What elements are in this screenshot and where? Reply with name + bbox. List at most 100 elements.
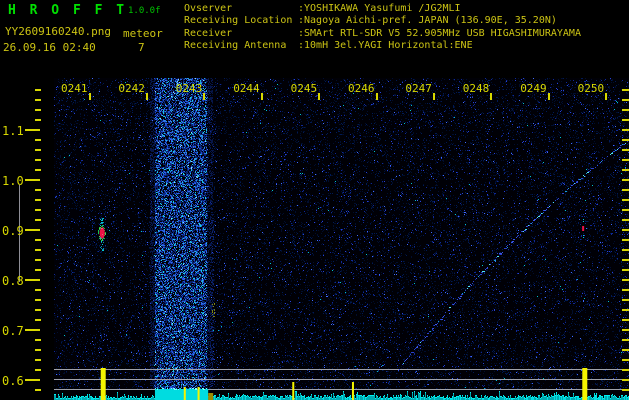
right-edge-tick bbox=[622, 389, 629, 391]
freq-axis-unit-label: kHz bbox=[1, 75, 20, 86]
right-edge-tick bbox=[622, 169, 629, 171]
freq-minor-tick bbox=[35, 339, 41, 341]
info-label: Receiving Antenna bbox=[184, 40, 287, 52]
freq-label: 0.8 bbox=[2, 274, 24, 288]
info-value: :Nagoya Aichi-pref. JAPAN (136.90E, 35.2… bbox=[298, 15, 557, 27]
freq-minor-tick bbox=[35, 369, 41, 371]
freq-minor-tick bbox=[35, 89, 41, 91]
right-edge-tick bbox=[622, 309, 629, 311]
info-row: Receiver :SMArt RTL-SDR V5 52.905MHz USB … bbox=[184, 28, 581, 40]
freq-minor-tick bbox=[35, 199, 41, 201]
right-edge-tick bbox=[622, 249, 629, 251]
freq-minor-tick bbox=[35, 309, 41, 311]
info-row: Receiving Antenna :10mH 3el.YAGI Horizont… bbox=[184, 40, 581, 52]
freq-minor-tick bbox=[35, 289, 41, 291]
time-tick bbox=[432, 93, 435, 100]
freq-minor-tick bbox=[35, 359, 41, 361]
time-tick bbox=[490, 93, 493, 100]
freq-label-dash bbox=[25, 179, 40, 181]
freq-minor-tick bbox=[35, 139, 41, 141]
right-edge-tick bbox=[622, 139, 629, 141]
freq-minor-tick bbox=[35, 349, 41, 351]
right-edge-tick bbox=[622, 369, 629, 371]
right-edge-tick bbox=[622, 239, 629, 241]
right-edge-tick bbox=[622, 339, 629, 341]
right-edge-tick bbox=[622, 199, 629, 201]
app-version: 1.0.0f bbox=[128, 6, 161, 16]
time-label: 0242 bbox=[118, 82, 145, 95]
right-edge-tick bbox=[622, 329, 629, 331]
time-label: 0245 bbox=[290, 82, 318, 95]
freq-label: 0.9 bbox=[2, 224, 24, 238]
right-edge-tick bbox=[622, 299, 629, 301]
right-edge-tick bbox=[622, 269, 629, 271]
time-tick bbox=[318, 93, 321, 100]
spectrogram-canvas bbox=[54, 78, 629, 400]
right-edge-tick bbox=[622, 149, 629, 151]
time-label: 0248 bbox=[462, 82, 490, 95]
freq-label: 0.7 bbox=[2, 324, 24, 338]
freq-minor-tick bbox=[35, 319, 41, 321]
info-label: Receiver bbox=[184, 27, 233, 39]
freq-minor-tick bbox=[35, 99, 41, 101]
time-tick bbox=[203, 93, 206, 100]
freq-minor-tick bbox=[35, 259, 41, 261]
time-label: 0247 bbox=[405, 82, 432, 95]
right-edge-tick bbox=[622, 319, 629, 321]
observer-info-block: Ovserver :YOSHIKAWA Yasufumi /JG2MLI Recei… bbox=[184, 3, 581, 53]
freq-label: 1.1 bbox=[2, 124, 24, 138]
right-edge-tick bbox=[622, 209, 629, 211]
right-edge-tick bbox=[622, 219, 629, 221]
info-value: :YOSHIKAWA Yasufumi /JG2MLI bbox=[298, 3, 461, 14]
freq-label-dash bbox=[25, 329, 40, 331]
time-label: 0241 bbox=[61, 82, 88, 95]
app-title: H R O F F T bbox=[8, 3, 128, 18]
freq-minor-tick bbox=[35, 269, 41, 271]
freq-minor-tick bbox=[35, 149, 41, 151]
output-filename: YY2609160240.png bbox=[5, 25, 111, 38]
time-tick bbox=[605, 93, 608, 100]
right-edge-tick bbox=[622, 109, 629, 111]
freq-minor-tick bbox=[35, 159, 41, 161]
freq-minor-tick bbox=[35, 389, 41, 391]
time-label: 0250 bbox=[577, 82, 605, 95]
right-edge-tick bbox=[622, 279, 629, 281]
freq-minor-tick bbox=[35, 119, 41, 121]
right-edge-tick bbox=[622, 379, 629, 381]
time-tick bbox=[375, 93, 378, 100]
time-tick bbox=[145, 93, 148, 100]
freq-minor-tick bbox=[35, 249, 41, 251]
time-label: 0243 bbox=[175, 82, 203, 95]
time-label: 0249 bbox=[520, 82, 547, 95]
right-edge-tick bbox=[622, 89, 629, 91]
info-value: :10mH 3el.YAGI Horizontal:ENE bbox=[298, 40, 473, 52]
freq-minor-tick bbox=[35, 219, 41, 221]
mode-label: meteor bbox=[123, 27, 163, 40]
right-edge-tick bbox=[622, 229, 629, 231]
freq-label-dash bbox=[25, 129, 40, 131]
freq-label-dash bbox=[25, 279, 40, 281]
time-label: 0246 bbox=[348, 82, 375, 95]
info-label: Ovserver bbox=[184, 3, 233, 14]
right-edge-tick bbox=[622, 359, 629, 361]
freq-label-dash bbox=[25, 379, 40, 381]
right-edge-tick bbox=[622, 99, 629, 101]
freq-label-dash bbox=[25, 229, 40, 231]
right-edge-tick bbox=[622, 349, 629, 351]
right-edge-tick bbox=[622, 129, 629, 131]
right-edge-tick bbox=[622, 159, 629, 161]
hrofft-screen: H R O F F T 1.0.0f YY2609160240.png mete… bbox=[0, 0, 629, 400]
freq-minor-tick bbox=[35, 169, 41, 171]
freq-minor-tick bbox=[35, 239, 41, 241]
freq-minor-tick bbox=[35, 209, 41, 211]
info-label: Receiving Location bbox=[184, 15, 293, 27]
info-value: :SMArt RTL-SDR V5 52.905MHz USB HIGASHIM… bbox=[298, 27, 581, 39]
freq-minor-tick bbox=[35, 299, 41, 301]
time-tick bbox=[88, 93, 91, 100]
freq-minor-tick bbox=[35, 189, 41, 191]
meteor-count: 7 bbox=[138, 41, 145, 54]
freq-label: 1.0 bbox=[2, 174, 24, 188]
right-edge-tick bbox=[622, 179, 629, 181]
time-label: 0244 bbox=[233, 82, 260, 95]
observation-datetime: 26.09.16 02:40 bbox=[3, 41, 96, 54]
